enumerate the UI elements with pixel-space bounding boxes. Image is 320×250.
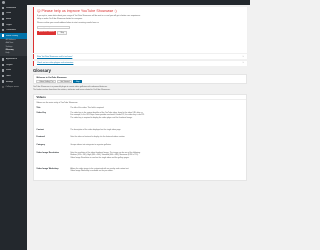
intro-paragraph-2: The below section describes the entities… (33, 88, 111, 91)
get-started-button[interactable]: Get Started (57, 79, 73, 84)
comment-icon (1, 28, 5, 32)
dismiss-plugins-notice-button[interactable]: ✕ (242, 62, 244, 64)
glossary-row-video-image-workshop: Video Image Workshop Allows the video im… (36, 168, 243, 178)
opt-in-notice: ☹ Please help us improve YouTube Showcase… (33, 7, 247, 53)
other-plugins-notice: Check out our other plugins and extensio… (33, 60, 247, 66)
skip-button[interactable]: Skip (57, 30, 67, 35)
row-line: The title of the video. This field is re… (70, 106, 105, 109)
collapse-menu-label: Collapse menu (5, 85, 19, 88)
row-value: Sets the resolution of the video thumbna… (70, 152, 243, 168)
row-label: Video Image Workshop (36, 167, 59, 170)
buy-button[interactable]: Buy (73, 79, 83, 84)
settings-icon (1, 80, 5, 83)
email-field[interactable] (37, 25, 70, 30)
tools-icon (1, 74, 5, 78)
row-label: Featured (36, 135, 45, 138)
glossary-row-content: Content The description of the video dis… (36, 129, 243, 136)
row-line: The description of the video displayed o… (70, 128, 122, 131)
video-gallery-submenu: All Galleries Add New Settings Glossary … (0, 38, 27, 57)
page-title: Glossary (33, 67, 51, 73)
wordpress-logo-icon[interactable] (1, 0, 5, 5)
opt-in-actions: Allow and Continue Skip (37, 30, 244, 35)
row-label: Video Image Resolution (36, 151, 60, 154)
glossary-row-video-key: Video Key The video key is the unique id… (36, 112, 243, 129)
row-value: The video key is the unique identifier o… (70, 112, 243, 129)
welcome-box: Welcome to YouTube Showcase Video Galler… (33, 73, 247, 84)
welcome-title: Welcome to YouTube Showcase (36, 76, 67, 79)
dashboard-icon (1, 6, 5, 10)
videos-postbox-body: Videos are the main entity of YouTube Sh… (34, 100, 246, 180)
users-icon (1, 69, 5, 72)
row-value: Groups videos into categories to organiz… (70, 144, 243, 152)
welcome-buttons: Video Gallery Pro Get Started Buy (36, 79, 243, 84)
pro-edition-button[interactable]: Video Gallery Pro (36, 79, 57, 84)
opt-in-paragraph-2: Help us make YouTube Showcase better for… (37, 18, 83, 21)
videos-postbox: Videos Videos are the main entity of You… (33, 93, 247, 181)
media-icon (1, 17, 5, 21)
dismiss-rate-notice-button[interactable]: ✕ (242, 56, 244, 58)
rate-plugin-link[interactable]: Rate YouTube Showcase and let us know! (37, 56, 72, 58)
row-line: Groups videos into categories to organiz… (70, 143, 112, 146)
submenu-item-help[interactable]: Help (0, 52, 27, 55)
brush-icon (1, 57, 5, 61)
row-line: Video Image Workshop is available on the… (70, 170, 114, 173)
opt-in-paragraph-1: If you opt-in, some data about your usag… (37, 14, 141, 17)
video-icon (1, 34, 5, 38)
row-value: The description of the video displayed o… (70, 129, 243, 136)
opt-in-paragraph-3: Please confirm your email address below … (37, 22, 100, 25)
page-icon (1, 23, 5, 26)
row-line: Video Image Resolution is used on the si… (70, 156, 130, 159)
admin-sidebar: Dashboard Posts Media Pages Comments Vid… (0, 5, 27, 250)
row-value: Sets the video as featured to display it… (70, 136, 243, 144)
collapse-menu-button[interactable]: Collapse menu (0, 84, 27, 89)
row-label: Content (36, 128, 44, 131)
allow-and-continue-button[interactable]: Allow and Continue (37, 30, 57, 35)
row-label: Video Key (36, 111, 47, 114)
glossary-row-featured: Featured Sets the video as featured to d… (36, 136, 243, 144)
other-plugins-link[interactable]: Check out our other plugins and extensio… (37, 62, 73, 64)
main-content: ☹ Please help us improve YouTube Showcase… (27, 5, 250, 250)
opt-in-title: Please help us improve YouTube Showcase … (41, 9, 117, 13)
pin-icon (1, 12, 5, 15)
collapse-arrow-icon (1, 85, 4, 89)
warning-icon: ☹ (37, 9, 41, 13)
row-label: Category (36, 143, 46, 146)
row-line: Sets the video as featured to display it… (70, 135, 126, 138)
glossary-row-video-image-resolution: Video Image Resolution Sets the resoluti… (36, 152, 243, 168)
plugin-icon (1, 63, 5, 67)
row-value: Allows the video image to be customized … (70, 168, 243, 178)
row-line: The video key is required to display the… (70, 116, 133, 119)
glossary-intro: YouTube Showcase is a powerful plugin to… (33, 86, 247, 92)
rate-plugin-notice: Rate YouTube Showcase and let us know! ✕ (33, 54, 247, 60)
videos-description: Videos are the main entity of YouTube Sh… (36, 102, 79, 105)
opt-in-title-row: ☹ Please help us improve YouTube Showcase… (37, 9, 244, 13)
glossary-row-category: Category Groups videos into categories t… (36, 144, 243, 152)
